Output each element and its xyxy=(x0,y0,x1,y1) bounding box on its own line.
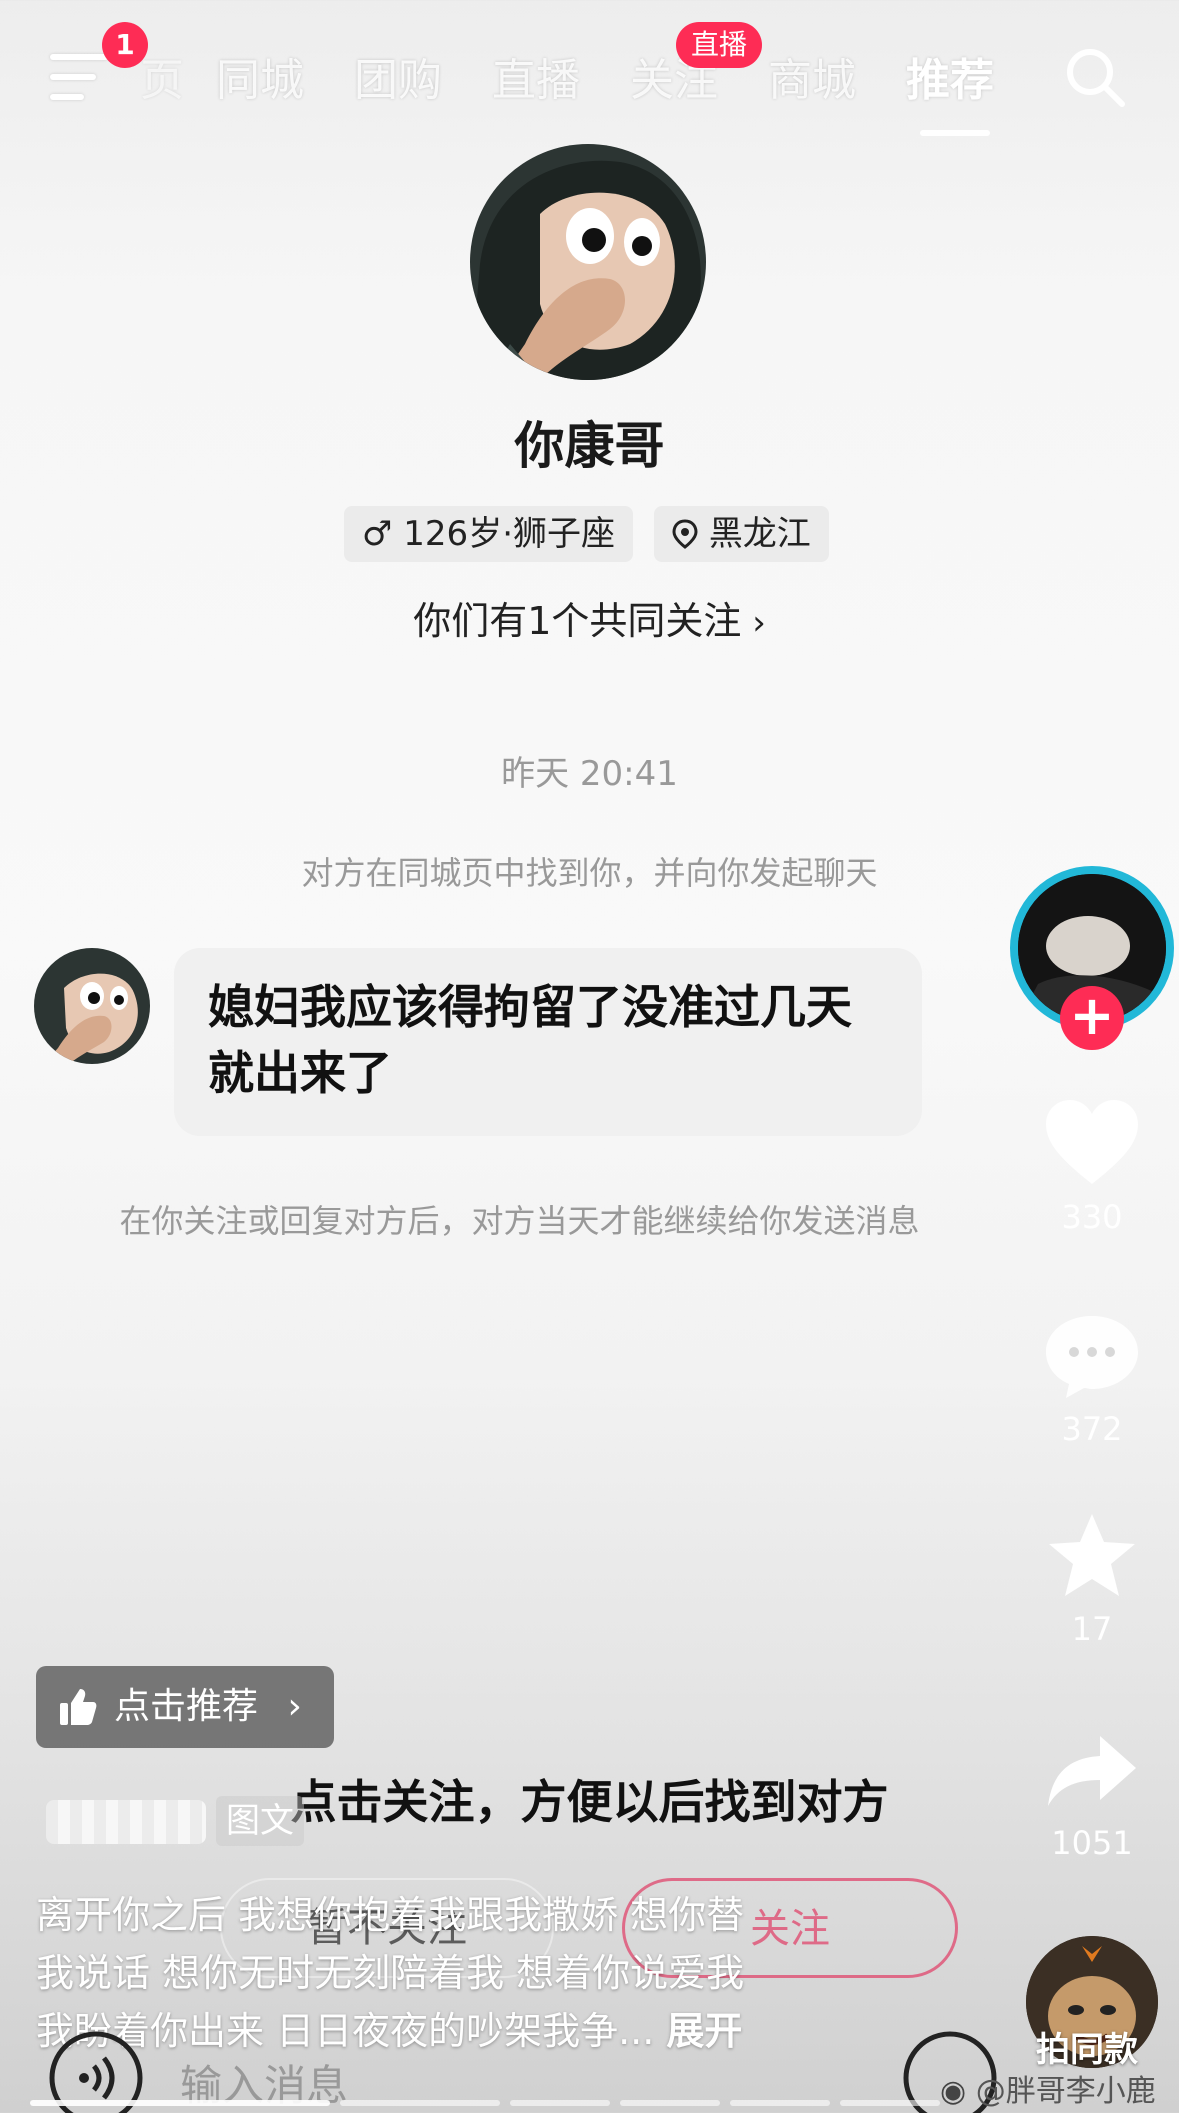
tab-homepage[interactable]: 页 xyxy=(140,44,184,108)
caption-line-2: 我说话 想你无时无刻陪着我 想着你说爱我 xyxy=(36,1951,745,1995)
star-icon xyxy=(1049,1514,1135,1596)
post-caption[interactable]: 离开你之后 我想你抱着我跟我撒娇 想你替 我说话 想你无时无刻陪着我 想着你说爱… xyxy=(36,1886,896,2060)
favorite-button[interactable]: 17 xyxy=(1030,1510,1154,1648)
post-type-badge: 图文 xyxy=(216,1796,304,1846)
profile-name: 你康哥 xyxy=(514,417,665,475)
recommend-button[interactable]: 点击推荐 › xyxy=(36,1666,334,1748)
tab-mall[interactable]: 商城 xyxy=(768,44,856,108)
favorite-count: 17 xyxy=(1071,1610,1113,1648)
system-note-bottom: 在你关注或回复对方后，对方当天才能继续给你发送消息 xyxy=(119,1202,920,1240)
location-tag: 黑龙江 xyxy=(654,506,829,562)
mutual-follow-link[interactable]: 你们有1个共同关注 › xyxy=(0,590,1179,645)
message-line-1: 媳妇我应该得拘留了没准过几天 xyxy=(208,980,852,1034)
comment-count: 372 xyxy=(1061,1410,1123,1448)
tab-group-buy[interactable]: 团购 xyxy=(354,44,442,108)
age-zodiac-tag: ♂ 126岁·狮子座 xyxy=(344,506,633,562)
age-zodiac-text: 126岁·狮子座 xyxy=(403,514,615,554)
location-text: 黑龙江 xyxy=(708,514,811,554)
tab-nearby[interactable]: 同城 xyxy=(216,44,304,108)
profile-avatar[interactable] xyxy=(470,144,706,380)
active-tab-indicator xyxy=(920,130,990,136)
chevron-right-icon: › xyxy=(741,603,766,643)
chat-timestamp: 昨天 20:41 xyxy=(501,754,678,794)
author-name-blurred xyxy=(46,1800,206,1844)
menu-icon[interactable] xyxy=(50,52,108,104)
caption-line-1: 离开你之后 我想你抱着我跟我撒娇 想你替 xyxy=(36,1893,745,1937)
message-line-2: 就出来了 xyxy=(208,1046,392,1100)
sender-avatar[interactable] xyxy=(34,948,150,1064)
thumbs-up-icon xyxy=(60,1689,97,1725)
message-bubble[interactable]: 媳妇我应该得拘留了没准过几天 就出来了 xyxy=(174,948,922,1136)
comment-button[interactable]: 372 xyxy=(1030,1312,1154,1448)
like-count: 330 xyxy=(1061,1198,1123,1236)
follow-plus-button[interactable]: + xyxy=(1060,986,1124,1050)
tab-recommended[interactable]: 推荐 xyxy=(906,44,994,108)
tab-live[interactable]: 直播 xyxy=(492,44,580,108)
recommend-label: 点击推荐 xyxy=(114,1686,259,1727)
mutual-follow-text: 你们有1个共同关注 xyxy=(413,599,742,643)
like-button[interactable]: 330 xyxy=(1030,1096,1154,1236)
post-type-label: 图文 xyxy=(226,1801,294,1841)
live-badge: 直播 xyxy=(676,22,762,68)
location-pin-icon xyxy=(672,519,698,549)
male-icon: ♂ xyxy=(362,514,393,554)
system-note-top: 对方在同城页中找到你，并向你发起聊天 xyxy=(301,854,878,892)
progress-segments xyxy=(30,2100,1160,2106)
heart-icon xyxy=(1046,1100,1138,1184)
search-icon[interactable] xyxy=(1062,44,1128,110)
comment-icon xyxy=(1046,1316,1138,1398)
chevron-right-icon: › xyxy=(287,1686,302,1727)
top-navigation: 1 页 同城 团购 直播 关注 直播 商城 推荐 xyxy=(0,0,1179,150)
